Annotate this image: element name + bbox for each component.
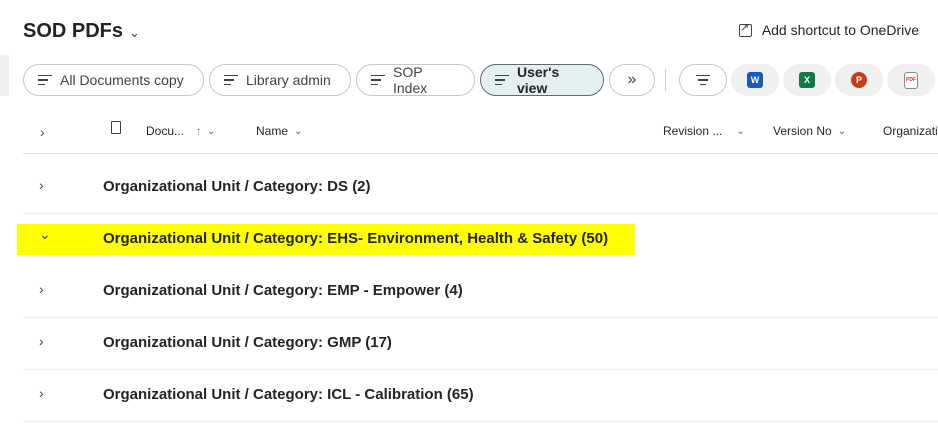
group-label: Organizational Unit / Category: GMP (17) <box>103 334 392 351</box>
view-list-icon <box>224 74 238 86</box>
add-shortcut-button[interactable]: Add shortcut to OneDrive <box>738 21 919 38</box>
view-library-admin[interactable]: Library admin <box>209 64 351 96</box>
excel-icon: X <box>799 72 815 88</box>
view-label: User's view <box>517 64 560 96</box>
column-header-document[interactable]: Docu... ↑ ⌄ <box>146 124 215 138</box>
chevron-down-icon: ⌄ <box>207 125 216 137</box>
left-nav-edge <box>0 55 9 96</box>
column-header-row: › Docu... ↑ ⌄ Name ⌄ Revision ... ⌄ Vers… <box>23 110 938 154</box>
new-powerpoint-button[interactable]: P <box>835 64 883 96</box>
view-list-icon <box>371 74 385 86</box>
group-row[interactable]: › Organizational Unit / Category: GMP (1… <box>23 318 938 370</box>
new-excel-button[interactable]: X <box>783 64 831 96</box>
chevron-right-icon: › <box>40 124 45 140</box>
column-header-revision[interactable]: Revision ... ⌄ <box>663 124 745 138</box>
view-label: SOP Index <box>393 64 428 96</box>
column-header-name[interactable]: Name ⌄ <box>256 124 302 138</box>
powerpoint-icon: P <box>851 72 867 88</box>
group-label: Organizational Unit / Category: DS (2) <box>103 178 371 195</box>
column-header-organization[interactable]: Organizati <box>883 124 938 138</box>
group-row[interactable]: › Organizational Unit / Category: DS (2) <box>23 162 938 214</box>
chevron-right-icon[interactable]: › <box>39 177 44 193</box>
chevron-down-icon: ⌄ <box>294 125 303 137</box>
shortcut-icon <box>738 21 752 37</box>
column-label: Version No <box>773 124 832 138</box>
column-label: Organizati <box>883 124 938 138</box>
chevron-right-icon[interactable]: › <box>39 333 44 349</box>
column-header-version[interactable]: Version No ⌄ <box>773 124 846 138</box>
chevron-right-icon[interactable]: › <box>39 281 44 297</box>
group-row[interactable]: › Organizational Unit / Category: EMP - … <box>23 266 938 318</box>
document-icon <box>111 121 121 134</box>
group-label: Organizational Unit / Category: ICL - Ca… <box>103 386 474 403</box>
double-chevron-right-icon: » <box>627 71 637 88</box>
view-sop-index[interactable]: SOP Index <box>356 64 475 96</box>
new-pdf-button[interactable]: PDF <box>887 64 935 96</box>
file-type-column-header[interactable] <box>111 121 121 134</box>
chevron-down-icon: ⌄ <box>837 125 847 137</box>
column-label: Name <box>256 124 289 138</box>
filter-button[interactable] <box>679 64 727 96</box>
group-row[interactable]: › Organizational Unit / Category: ICL - … <box>23 370 938 422</box>
view-label: Library admin <box>246 72 331 88</box>
add-shortcut-label: Add shortcut to OneDrive <box>761 22 919 38</box>
toolbar-divider <box>665 69 666 91</box>
library-title-menu[interactable]: SOD PDFs ⌄ <box>23 20 140 43</box>
chevron-down-icon: ⌄ <box>736 125 745 137</box>
word-icon: W <box>747 72 763 88</box>
view-users-view[interactable]: User's view <box>480 64 604 96</box>
group-label: Organizational Unit / Category: EHS- Env… <box>103 230 609 247</box>
filter-icon <box>696 74 710 86</box>
column-label: Revision ... <box>663 124 723 138</box>
group-row[interactable]: ⌄ Organizational Unit / Category: EHS- E… <box>23 214 938 265</box>
page-title: SOD PDFs <box>23 20 124 42</box>
more-views-button[interactable]: » <box>609 64 655 96</box>
expand-all-toggle[interactable]: › <box>40 124 45 140</box>
group-label: Organizational Unit / Category: EMP - Em… <box>103 282 463 299</box>
view-all-documents-copy[interactable]: All Documents copy <box>23 64 204 96</box>
sort-ascending-icon: ↑ <box>196 125 202 137</box>
chevron-down-icon[interactable]: ⌄ <box>39 226 51 243</box>
chevron-down-icon: ⌄ <box>129 25 140 40</box>
view-list-icon <box>495 74 509 86</box>
view-switcher: All Documents copy Library admin SOP Ind… <box>23 64 655 96</box>
column-label: Docu... <box>146 124 185 138</box>
view-list-icon <box>38 74 52 86</box>
chevron-right-icon[interactable]: › <box>39 385 44 401</box>
view-label: All Documents copy <box>60 72 184 88</box>
pdf-icon: PDF <box>904 71 918 89</box>
new-word-button[interactable]: W <box>731 64 779 96</box>
